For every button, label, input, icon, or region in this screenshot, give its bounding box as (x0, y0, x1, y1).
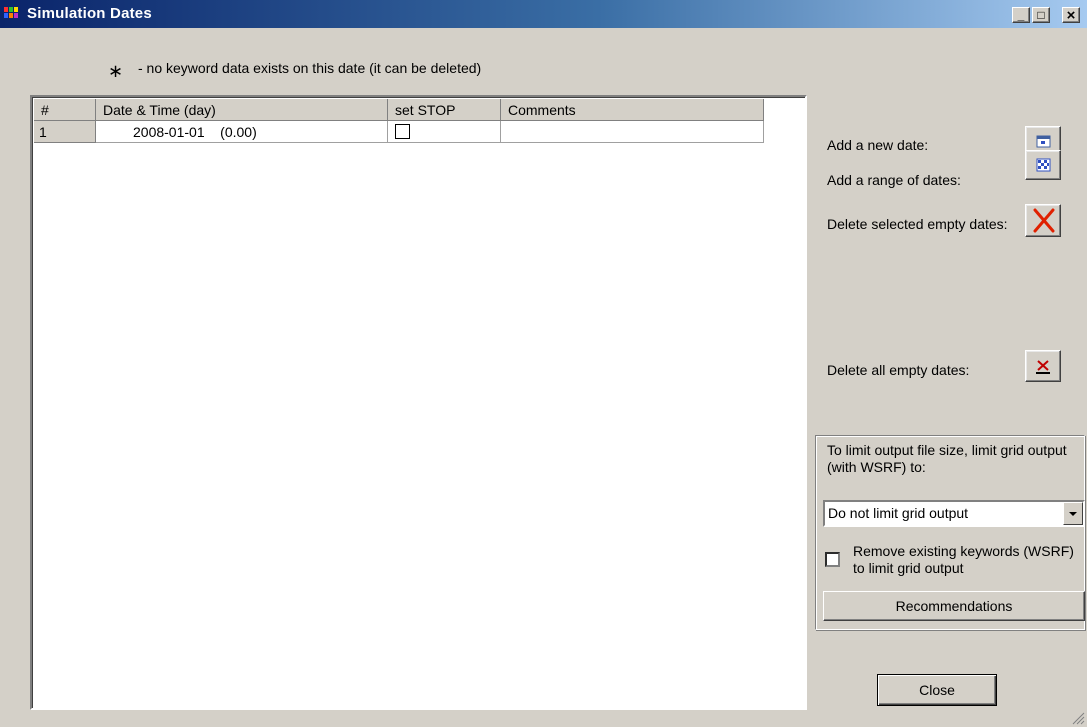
comments-cell[interactable] (501, 121, 764, 143)
delete-x-icon (1033, 208, 1055, 233)
add-date-label: Add a new date: (827, 137, 929, 153)
remove-keywords-label: Remove existing keywords (WSRF) to limit… (853, 543, 1074, 576)
dropdown-arrow-button[interactable] (1063, 502, 1083, 525)
delete-selected-label: Delete selected empty dates: (827, 216, 1008, 232)
column-header-comments[interactable]: Comments (501, 99, 764, 121)
set-stop-checkbox[interactable] (395, 124, 410, 139)
legend-text: - no keyword data exists on this date (i… (138, 60, 482, 76)
add-range-button[interactable] (1025, 150, 1061, 180)
column-header-date[interactable]: Date & Time (day) (96, 99, 388, 121)
calendar-range-icon (1036, 158, 1051, 172)
app-icon (4, 7, 22, 21)
chevron-down-icon (1069, 512, 1077, 516)
remove-keywords-checkbox[interactable] (825, 552, 840, 567)
maximize-button[interactable]: □ (1032, 7, 1050, 23)
output-limit-description: To limit output file size, limit grid ou… (827, 442, 1067, 475)
window-title: Simulation Dates (27, 5, 152, 22)
grid-output-select[interactable]: Do not limit grid output (823, 500, 1085, 527)
no-data-symbol-icon: ∗ (108, 61, 124, 81)
close-button[interactable]: Close (877, 674, 997, 706)
column-header-number[interactable]: # (34, 99, 96, 121)
delete-all-label: Delete all empty dates: (827, 362, 970, 378)
dates-grid[interactable]: # Date & Time (day) set STOP Comments 1 … (30, 95, 807, 710)
title-bar[interactable]: Simulation Dates _ □ × (0, 0, 1087, 28)
recommendations-button[interactable]: Recommendations (823, 591, 1085, 621)
grid-output-selected: Do not limit grid output (828, 505, 969, 521)
delete-all-icon (1036, 360, 1050, 374)
row-number-cell[interactable]: 1 (34, 121, 96, 143)
delete-all-button[interactable] (1025, 350, 1061, 382)
column-header-set-stop[interactable]: set STOP (388, 99, 501, 121)
resize-grip-icon[interactable] (1071, 711, 1085, 725)
add-range-label: Add a range of dates: (827, 172, 961, 188)
delete-selected-button[interactable] (1025, 204, 1061, 237)
minimize-button[interactable]: _ (1012, 7, 1030, 23)
date-cell[interactable]: 2008-01-01 (0.00) (96, 121, 388, 143)
close-window-button[interactable]: × (1062, 7, 1080, 23)
set-stop-cell[interactable] (388, 121, 501, 143)
